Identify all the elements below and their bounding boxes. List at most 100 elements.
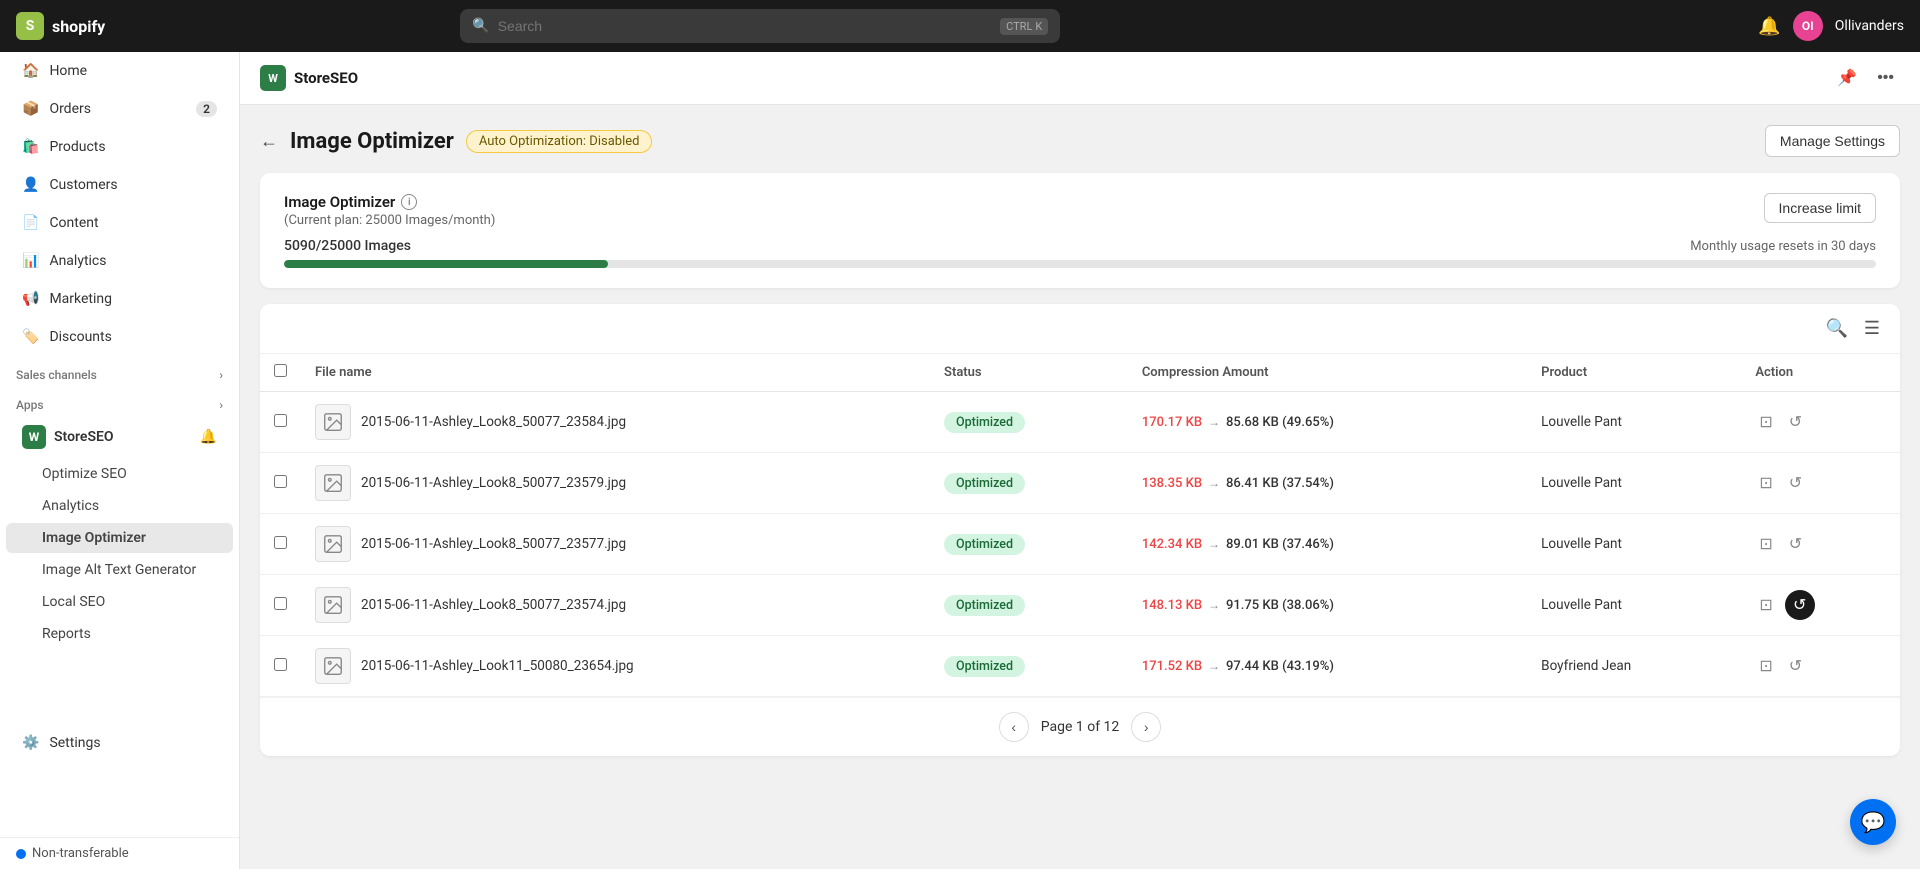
app-header-right: 📌 ••• [1831,64,1900,92]
image-thumbnail [315,526,351,562]
avatar: OI [1793,11,1823,41]
compression-cell: 170.17 KB → 85.68 KB (49.65%) [1128,392,1527,453]
search-table-button[interactable]: 🔍 [1821,314,1851,343]
sidebar-item-content[interactable]: 📄 Content [6,205,233,241]
pin-button[interactable]: 📌 [1831,64,1863,92]
row-checkbox[interactable] [274,597,287,610]
brand-logo[interactable]: S shopify [16,12,105,40]
sidebar-item-products[interactable]: 🛍️ Products [6,129,233,165]
progress-bar-fill [284,260,608,268]
sidebar-item-label: Home [49,63,87,79]
chat-button[interactable]: 💬 [1850,799,1896,845]
reoptimize-button[interactable]: ↺ [1785,590,1815,620]
settings-label: Settings [49,735,100,751]
notifications-icon[interactable]: 🔔 [1758,16,1780,37]
table-row: 2015-06-11-Ashley_Look8_50077_23577.jpg … [260,514,1900,575]
select-all-checkbox[interactable] [274,364,287,377]
shopify-icon: S [16,12,44,40]
compression-col-header: Compression Amount [1128,354,1527,392]
search-input[interactable] [498,18,992,34]
sidebar-item-discounts[interactable]: 🏷️ Discounts [6,319,233,355]
row-checkbox[interactable] [274,475,287,488]
sidebar-item-label: Analytics [49,253,106,269]
compression-cell: 142.34 KB → 89.01 KB (37.46%) [1128,514,1527,575]
table-header: File name Status Compression Amount Prod… [260,354,1900,392]
row-checkbox[interactable] [274,658,287,671]
manage-settings-button[interactable]: Manage Settings [1765,125,1900,157]
restore-image-button[interactable]: ⊡ [1755,591,1776,619]
page-title: Image Optimizer [290,129,454,154]
usage-card: Image Optimizer i (Current plan: 25000 I… [260,173,1900,288]
page-content: ← Image Optimizer Auto Optimization: Dis… [240,105,1920,776]
sidebar: 🏠 Home 📦 Orders 2 🛍️ Products 👤 Customer… [0,52,240,869]
sidebar-item-storeseo[interactable]: W StoreSEO 🔔 [6,417,233,457]
app-logo: W [260,65,286,91]
table-row: 2015-06-11-Ashley_Look11_50080_23654.jpg… [260,636,1900,697]
sidebar-sub-reports[interactable]: Reports [6,619,233,649]
prev-page-button[interactable]: ‹ [999,712,1029,742]
sidebar-item-marketing[interactable]: 📢 Marketing [6,281,233,317]
sales-channels-section: Sales channels › [0,356,239,386]
usage-plan: (Current plan: 25000 Images/month) [284,213,495,228]
sidebar-sub-image-optimizer[interactable]: Image Optimizer [6,523,233,553]
filter-table-button[interactable]: ☰ [1860,314,1884,343]
reoptimize-button[interactable]: ↺ [1785,469,1806,497]
filename-cell: 2015-06-11-Ashley_Look8_50077_23584.jpg [301,392,930,453]
product-col-header: Product [1527,354,1741,392]
reoptimize-button[interactable]: ↺ [1785,530,1806,558]
back-button[interactable]: ← [260,131,278,152]
image-thumbnail [315,465,351,501]
sidebar-item-analytics[interactable]: 📊 Analytics [6,243,233,279]
increase-limit-button[interactable]: Increase limit [1764,193,1876,223]
restore-image-button[interactable]: ⊡ [1755,530,1776,558]
restore-image-button[interactable]: ⊡ [1755,469,1776,497]
search-shortcut: CTRL K [1000,18,1048,35]
table-body: 2015-06-11-Ashley_Look8_50077_23584.jpg … [260,392,1900,697]
reports-label: Reports [42,626,91,642]
table-card: 🔍 ☰ File name Status Compression Amount … [260,304,1900,756]
expand-apps-icon[interactable]: › [219,398,223,412]
sidebar-sub-image-alt[interactable]: Image Alt Text Generator [6,555,233,585]
filename-cell: 2015-06-11-Ashley_Look11_50080_23654.jpg [301,636,930,697]
table-row: 2015-06-11-Ashley_Look8_50077_23579.jpg … [260,453,1900,514]
sidebar-item-orders[interactable]: 📦 Orders 2 [6,91,233,127]
action-col-header: Action [1741,354,1900,392]
reoptimize-button[interactable]: ↺ [1785,408,1806,436]
sidebar-sub-local-seo[interactable]: Local SEO [6,587,233,617]
filename-col-header: File name [301,354,930,392]
auto-optimization-badge: Auto Optimization: Disabled [466,130,653,153]
orders-badge: 2 [196,101,217,117]
image-alt-label: Image Alt Text Generator [42,562,196,578]
info-icon[interactable]: i [401,194,417,210]
checkbox-col-header [260,354,301,392]
optimize-seo-label: Optimize SEO [42,466,127,482]
sidebar-item-label: Products [49,139,105,155]
row-checkbox[interactable] [274,414,287,427]
sidebar-item-home[interactable]: 🏠 Home [6,53,233,89]
sidebar-sub-analytics[interactable]: Analytics [6,491,233,521]
sidebar-item-settings[interactable]: ⚙️ Settings [6,725,233,761]
page-info: Page 1 of 12 [1041,719,1120,735]
sidebar-item-customers[interactable]: 👤 Customers [6,167,233,203]
home-icon: 🏠 [22,63,39,79]
storeseo-bell-icon[interactable]: 🔔 [200,429,217,445]
sidebar-sub-optimize-seo[interactable]: Optimize SEO [6,459,233,489]
status-col-header: Status [930,354,1128,392]
row-checkbox[interactable] [274,536,287,549]
reoptimize-button[interactable]: ↺ [1785,652,1806,680]
page-header: ← Image Optimizer Auto Optimization: Dis… [260,125,1900,157]
apps-section-label: Apps › [0,386,239,416]
restore-image-button[interactable]: ⊡ [1755,408,1776,436]
next-page-button[interactable]: › [1131,712,1161,742]
compression-cell: 138.35 KB → 86.41 KB (37.54%) [1128,453,1527,514]
search-icon: 🔍 [472,18,489,34]
app-name: StoreSEO [294,69,358,87]
search-bar[interactable]: 🔍 CTRL K [460,9,1060,43]
table-row: 2015-06-11-Ashley_Look8_50077_23584.jpg … [260,392,1900,453]
non-transferable-banner: Non-transferable [0,837,239,869]
expand-icon[interactable]: › [219,368,223,382]
local-seo-label: Local SEO [42,594,105,610]
filename-cell: 2015-06-11-Ashley_Look8_50077_23579.jpg [301,453,930,514]
more-button[interactable]: ••• [1871,64,1900,92]
restore-image-button[interactable]: ⊡ [1755,652,1776,680]
